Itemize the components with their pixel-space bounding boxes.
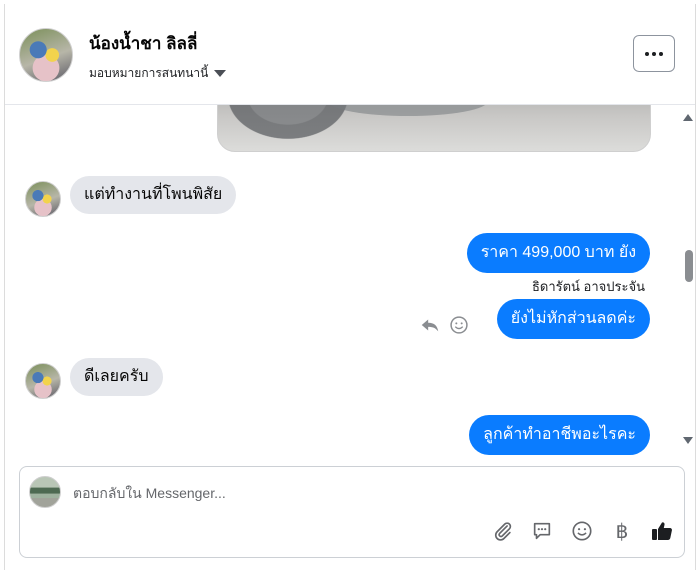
emoji-icon [572, 521, 592, 541]
reply-icon[interactable] [419, 314, 441, 336]
attach-file-button[interactable] [491, 519, 515, 543]
outgoing-message[interactable]: ลูกค้าทำอาชีพอะไรคะ [469, 415, 650, 455]
thumbs-up-icon [652, 522, 672, 540]
scroll-up-arrow[interactable] [683, 114, 693, 121]
baht-icon: ฿ [615, 519, 629, 543]
scrollbar-thumb[interactable] [685, 250, 693, 282]
outgoing-message[interactable]: ยังไม่หักส่วนลดค่ะ [496, 299, 650, 339]
message-sender-name: ธิดารัตน์ อาจประจัน [531, 279, 645, 294]
message-thread[interactable]: แต่ทำงานที่โพนพิสัย ราคา 499,000 บาท ยัง… [5, 105, 681, 460]
assign-conversation-dropdown[interactable]: มอบหมายการสนทนานี้ [89, 64, 227, 83]
assign-conversation-label: มอบหมายการสนทนานี้ [89, 66, 209, 80]
paperclip-icon [494, 522, 512, 541]
message-composer: ฿ [19, 466, 685, 558]
payment-button[interactable]: ฿ [610, 519, 634, 543]
more-horizontal-icon [645, 51, 663, 56]
conversation-header: น้องน้ำชา ลิลลี่ มอบหมายการสนทนานี้ [5, 4, 695, 105]
contact-avatar[interactable] [19, 28, 73, 82]
more-options-button[interactable] [633, 35, 675, 72]
emoji-react-icon[interactable] [449, 315, 469, 335]
emoji-button[interactable] [570, 519, 594, 543]
contact-name[interactable]: น้องน้ำชา ลิลลี่ [89, 30, 197, 57]
incoming-message[interactable]: แต่ทำงานที่โพนพิสัย [70, 176, 237, 214]
shared-photo-attachment[interactable] [217, 105, 651, 152]
sender-avatar [25, 181, 61, 217]
conversation-panel: น้องน้ำชา ลิลลี่ มอบหมายการสนทนานี้ แต่ท… [4, 4, 696, 570]
caret-down-icon [214, 70, 227, 77]
outgoing-message[interactable]: ราคา 499,000 บาท ยัง [466, 233, 650, 273]
scroll-down-arrow[interactable] [683, 437, 693, 444]
reply-input[interactable] [73, 482, 493, 504]
sender-avatar [25, 363, 61, 399]
like-button[interactable] [650, 519, 674, 543]
page-avatar [29, 476, 61, 508]
saved-reply-icon [533, 522, 551, 540]
saved-replies-button[interactable] [530, 519, 554, 543]
incoming-message[interactable]: ดีเลยครับ [70, 358, 163, 396]
